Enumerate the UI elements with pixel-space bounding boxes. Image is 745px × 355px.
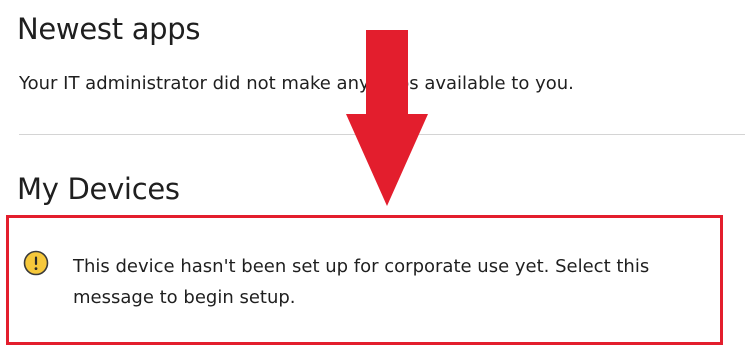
company-portal-page: Newest apps Your IT administrator did no… [0,0,745,355]
device-setup-message[interactable]: This device hasn't been set up for corpo… [6,215,723,345]
my-devices-heading: My Devices [17,172,180,206]
section-divider [19,134,745,135]
device-setup-text: This device hasn't been set up for corpo… [73,256,650,308]
down-arrow-icon [346,30,428,206]
warning-icon [23,250,49,276]
newest-apps-heading: Newest apps [17,12,201,46]
no-apps-message: Your IT administrator did not make any a… [19,73,574,94]
